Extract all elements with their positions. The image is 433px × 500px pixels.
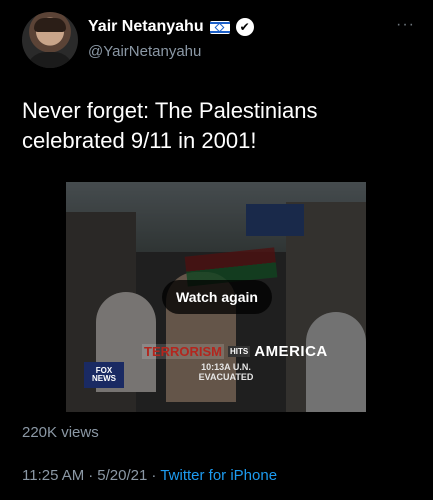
tweet-date[interactable]: 5/20/21	[97, 467, 147, 484]
news-ticker: 10:13A U.N. EVACUATED	[186, 362, 266, 382]
tweet-source-link[interactable]: Twitter for iPhone	[160, 467, 277, 484]
chyron-big-text: AMERICA	[254, 342, 328, 360]
tweet-metadata: 11:25 AM · 5/20/21 · Twitter for iPhone	[22, 467, 277, 484]
ticker-line-2: EVACUATED	[198, 372, 254, 382]
video-player[interactable]: TERRORISM HITS AMERICA FOX NEWS 10:13A U…	[66, 182, 366, 412]
avatar-hair	[34, 18, 66, 32]
news-logo: FOX NEWS	[84, 362, 124, 388]
avatar-shirt	[26, 52, 74, 68]
chyron-red-text: TERRORISM	[142, 343, 224, 359]
user-handle[interactable]: @YairNetanyahu	[88, 43, 201, 60]
chyron-small-text: HITS	[228, 345, 251, 357]
ticker-line-1: 10:13A U.N.	[201, 362, 251, 372]
avatar[interactable]	[22, 12, 78, 68]
verified-badge-icon: ✔	[235, 18, 254, 36]
news-chyron: TERRORISM HITS AMERICA	[142, 342, 328, 360]
display-name[interactable]: Yair Netanyahu	[88, 18, 204, 36]
israel-flag-icon	[209, 20, 230, 34]
name-row: Yair Netanyahu ✔	[88, 18, 254, 36]
tweet-time[interactable]: 11:25 AM	[22, 467, 84, 484]
more-options-icon[interactable]: ···	[396, 16, 415, 34]
view-count: 220K views	[22, 424, 99, 441]
watch-again-button[interactable]: Watch again	[162, 280, 272, 314]
meta-separator: ·	[151, 467, 157, 484]
tweet-header: Yair Netanyahu ✔ @YairNetanyahu ···	[22, 12, 419, 72]
meta-separator: ·	[88, 467, 94, 484]
tweet-text: Never forget: The Palestinians celebrate…	[22, 98, 318, 153]
